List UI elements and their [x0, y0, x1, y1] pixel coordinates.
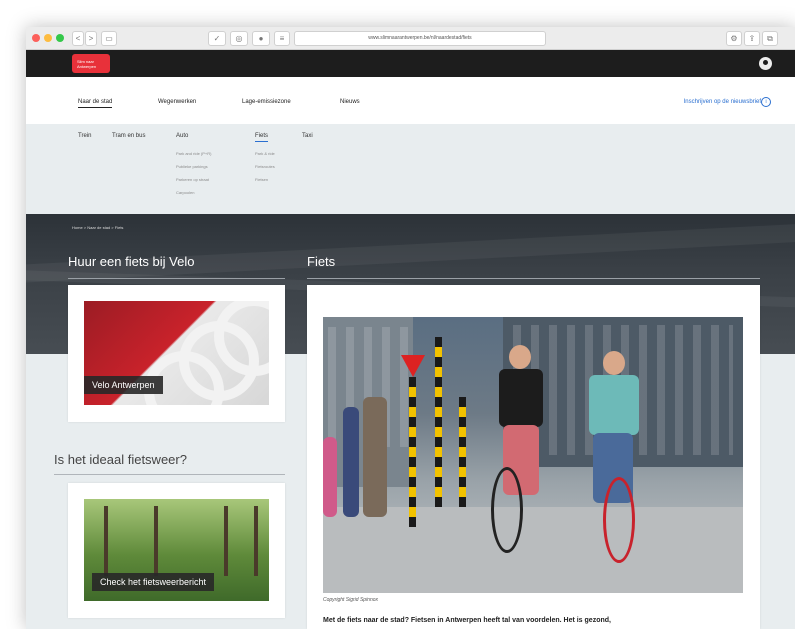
photo-credit: Copyright Sigrid Spinnox — [323, 597, 379, 603]
sub-nav: Trein Tram en bus Auto Fiets Taxi Park a… — [26, 124, 795, 214]
weather-heading: Is het ideaal fietsweer? — [54, 452, 187, 467]
velo-link[interactable]: Velo Antwerpen — [84, 376, 163, 394]
logo-line2: Antwerpen — [77, 64, 97, 69]
divider — [54, 474, 285, 475]
velo-heading: Huur een fiets bij Velo — [68, 254, 195, 269]
nav-item-naar-de-stad[interactable]: Naar de stad — [78, 99, 113, 108]
weather-card[interactable]: Check het fietsweerbericht — [68, 483, 285, 618]
newsletter-link[interactable]: Inschrijven op de nieuwsbrief — [684, 99, 761, 105]
velo-card[interactable]: Velo Antwerpen — [68, 285, 285, 422]
main-nav: Naar de stad Wegenwerken Lage-emissiezon… — [26, 77, 795, 124]
breadcrumb-separator: > — [111, 225, 114, 230]
privacy-icon[interactable]: ◎ — [230, 31, 248, 46]
close-window-button[interactable] — [32, 34, 40, 42]
info-icon[interactable]: i — [761, 97, 771, 107]
nav-item-lage-emissiezone[interactable]: Lage-emissiezone — [242, 99, 291, 105]
subnav-trein[interactable]: Trein — [78, 133, 91, 139]
yield-sign-icon — [401, 355, 425, 377]
share-icon[interactable]: ⇪ — [744, 31, 760, 46]
subnav-fiets-link[interactable]: Fietsroutes — [255, 164, 275, 169]
forward-button[interactable]: > — [85, 31, 97, 46]
tabs-icon[interactable]: ⧉ — [762, 31, 778, 46]
subnav-fiets[interactable]: Fiets — [255, 133, 269, 142]
maximize-window-button[interactable] — [56, 34, 64, 42]
divider — [307, 278, 760, 279]
user-avatar-icon[interactable] — [759, 57, 772, 70]
subnav-auto-link[interactable]: Parkeren op straat — [176, 177, 209, 182]
site-logo[interactable]: Slim naar Antwerpen — [72, 54, 110, 73]
sidebar-icon[interactable]: ▭ — [101, 31, 117, 46]
reader-icon[interactable]: ≡ — [274, 31, 290, 46]
subnav-auto[interactable]: Auto — [176, 133, 188, 139]
intro-text: Met de fiets naar de stad? Fietsen in An… — [323, 617, 611, 624]
subnav-tram-en-bus[interactable]: Tram en bus — [112, 133, 145, 139]
weather-link[interactable]: Check het fietsweerbericht — [92, 573, 215, 591]
address-bar[interactable]: www.slimnaarantwerpen.be/nl/naardestad/f… — [294, 31, 546, 46]
subnav-auto-link[interactable]: Park and ride (P+R) — [176, 151, 211, 156]
browser-window: < > ▭ ✓ ◎ ● ≡ www.slimnaarantwerpen.be/n… — [26, 27, 795, 629]
minimize-window-button[interactable] — [44, 34, 52, 42]
breadcrumb-naar-de-stad[interactable]: Naar de stad — [87, 225, 110, 230]
nav-item-nieuws[interactable]: Nieuws — [340, 99, 360, 105]
subnav-auto-link[interactable]: Publieke parkings — [176, 164, 208, 169]
subnav-fiets-link[interactable]: Fietsen — [255, 177, 268, 182]
back-button[interactable]: < — [72, 31, 84, 46]
breadcrumb: Home > Naar de stad > Fiets — [72, 225, 123, 230]
browser-titlebar: < > ▭ ✓ ◎ ● ≡ www.slimnaarantwerpen.be/n… — [26, 27, 795, 50]
cyclists-photo — [323, 317, 743, 593]
site-header: Slim naar Antwerpen — [26, 50, 795, 77]
subnav-taxi[interactable]: Taxi — [302, 133, 313, 139]
breadcrumb-home[interactable]: Home — [72, 225, 83, 230]
subnav-fiets-link[interactable]: Park & ride — [255, 151, 275, 156]
breadcrumb-current: Fiets — [114, 225, 124, 230]
extension-icon[interactable]: ✓ — [208, 31, 226, 46]
subnav-auto-link[interactable]: Carpoolen — [176, 190, 194, 195]
settings-icon[interactable]: ⚙ — [726, 31, 742, 46]
breadcrumb-separator: > — [83, 225, 87, 230]
nav-item-wegenwerken[interactable]: Wegenwerken — [158, 99, 196, 105]
divider — [68, 278, 285, 279]
page-title: Fiets — [307, 254, 336, 269]
password-icon[interactable]: ● — [252, 31, 270, 46]
